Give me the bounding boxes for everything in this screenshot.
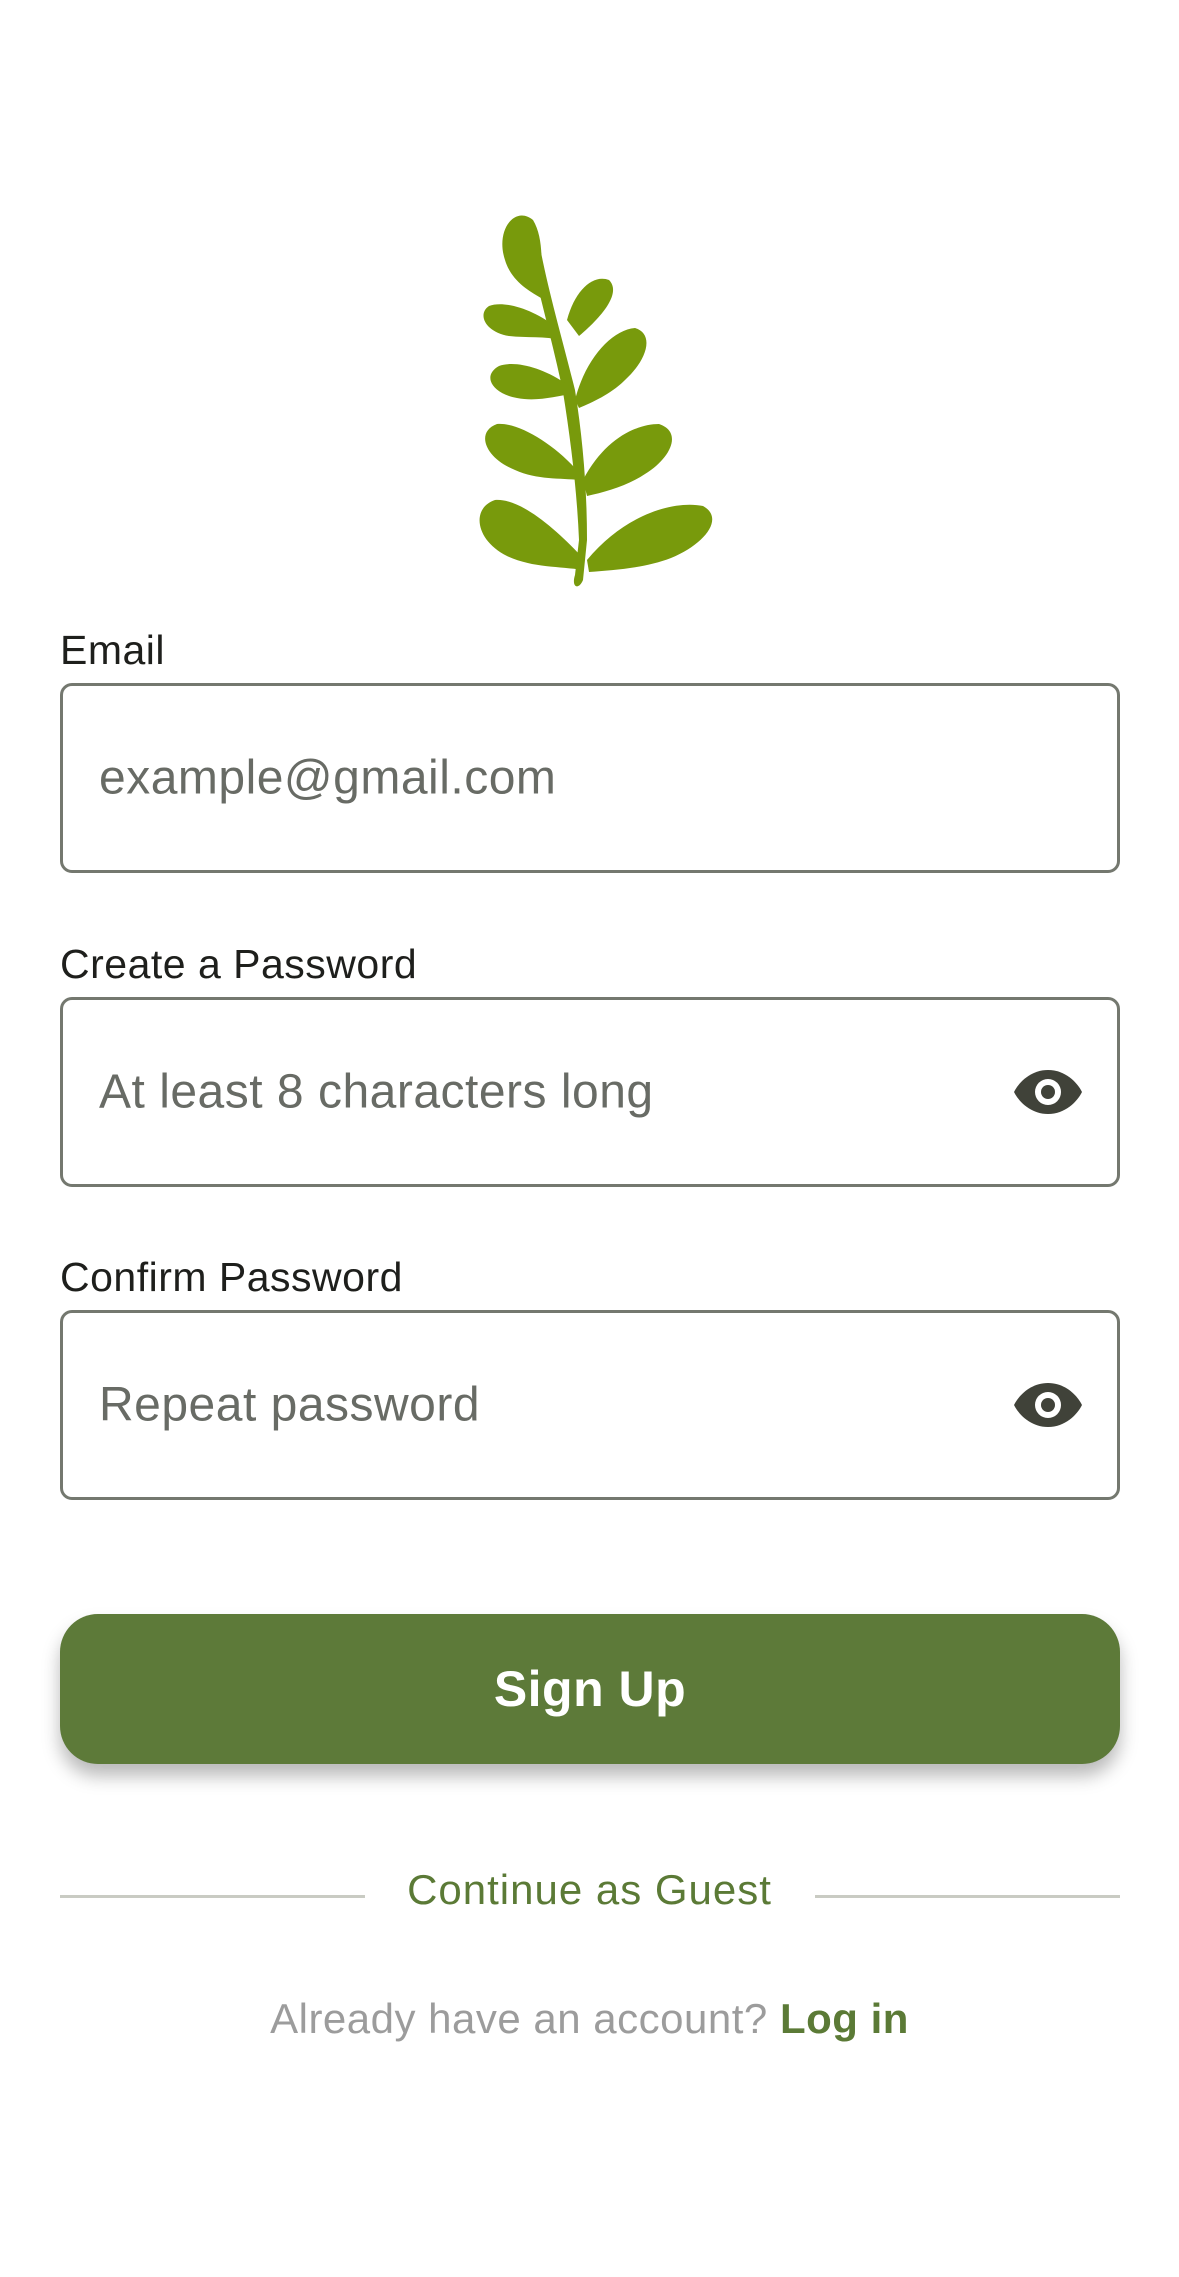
confirm-password-label: Confirm Password — [60, 1254, 403, 1300]
confirm-password-field[interactable]: Repeat password — [60, 1310, 1120, 1500]
log-in-link[interactable]: Log in — [780, 1995, 909, 2042]
password-placeholder: At least 8 characters long — [99, 1065, 654, 1119]
continue-as-guest-link[interactable]: Continue as Guest — [403, 1866, 776, 1913]
password-field[interactable]: At least 8 characters long — [60, 997, 1120, 1187]
guest-row: Continue as Guest — [0, 1866, 1179, 1914]
email-field[interactable]: example@gmail.com — [60, 683, 1120, 873]
leaf-icon — [479, 215, 713, 587]
app-logo — [475, 210, 735, 590]
email-label: Email — [60, 627, 166, 673]
email-placeholder: example@gmail.com — [99, 751, 557, 805]
eye-icon[interactable] — [1013, 1381, 1083, 1429]
confirm-password-placeholder: Repeat password — [99, 1378, 481, 1432]
password-label: Create a Password — [60, 941, 418, 987]
login-prompt-text: Already have an account? — [270, 1995, 768, 2042]
login-prompt-row: Already have an account? Log in — [0, 1995, 1179, 2043]
sign-up-button[interactable]: Sign Up — [60, 1614, 1120, 1764]
eye-icon[interactable] — [1013, 1068, 1083, 1116]
